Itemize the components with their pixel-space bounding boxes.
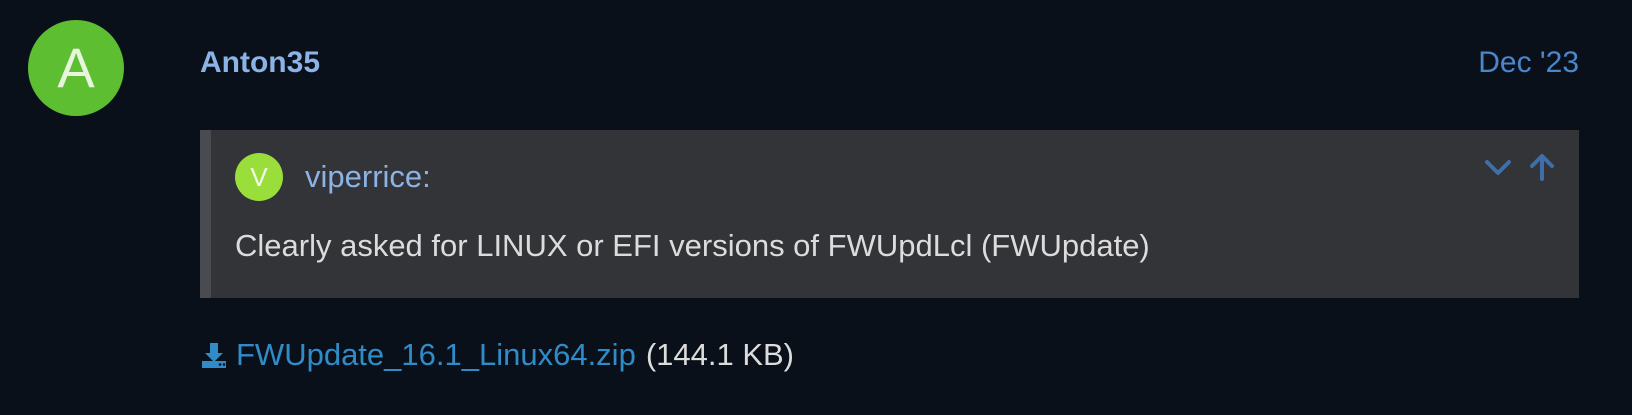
- post-date[interactable]: Dec '23: [1478, 46, 1579, 80]
- chevron-down-icon[interactable]: [1483, 152, 1513, 182]
- quote-author-avatar[interactable]: V: [235, 153, 283, 201]
- attachment: FWUpdate_16.1_Linux64.zip (144.1 KB): [200, 337, 794, 373]
- download-icon[interactable]: [200, 341, 228, 369]
- attachment-filename-link[interactable]: FWUpdate_16.1_Linux64.zip: [236, 337, 636, 373]
- username-link[interactable]: Anton35: [200, 46, 320, 80]
- quote-controls: [1483, 152, 1557, 182]
- attachment-size: (144.1 KB): [645, 337, 795, 372]
- quote-author-name[interactable]: viperrice:: [305, 159, 431, 195]
- post: A Anton35 Dec '23 V viperrice: Clearly a…: [0, 0, 1632, 415]
- quote-text: Clearly asked for LINUX or EFI versions …: [235, 228, 1150, 263]
- quote-block: V viperrice: Clearly asked for LINUX or …: [200, 130, 1579, 298]
- user-avatar[interactable]: A: [28, 20, 124, 116]
- arrow-up-icon[interactable]: [1527, 152, 1557, 182]
